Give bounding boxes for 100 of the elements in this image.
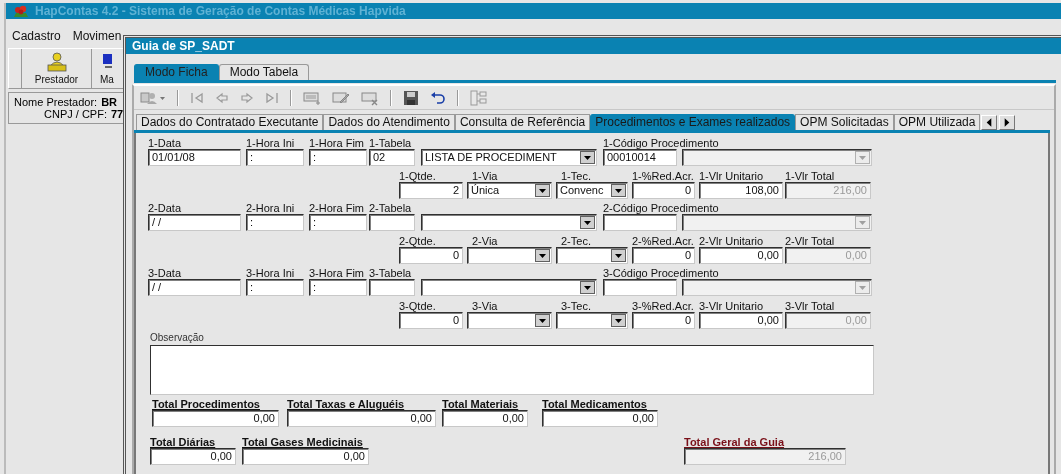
field-label: Total Procedimentos [152,398,260,410]
number-field[interactable]: 0,00 [150,448,236,465]
text-field[interactable]: : [246,214,304,231]
text-field[interactable] [603,279,677,296]
field-label: 1-Tec. [561,170,591,182]
field-label: 2-Vlr Unitario [699,235,764,247]
field-label: 2-Vlr Total [785,235,835,247]
field-label: 3-Vlr Total [785,300,835,312]
scroll-right-button[interactable] [999,115,1016,130]
person-at-desk-icon [45,52,68,72]
menu-item[interactable]: Movimen [72,29,122,45]
text-field[interactable]: 02 [369,149,415,166]
text-field[interactable]: 01/01/08 [148,149,241,166]
field-label: Total Taxas e Aluguéis [287,398,405,410]
field-label: Total Geral da Guia [684,436,785,448]
field-label: 3-Via [472,300,498,312]
text-field[interactable]: : [246,149,304,166]
text-field[interactable]: / / [148,279,241,296]
text-field[interactable] [369,279,415,296]
field-label: Observação [150,332,204,344]
number-field[interactable]: 0 [399,247,463,264]
dialog-title: Guia de SP_SADT [126,38,1061,54]
field-label: 2-Código Procedimento [603,202,719,214]
text-field[interactable]: / / [148,214,241,231]
number-field[interactable]: 0,00 [242,448,369,465]
field-label: 1-Código Procedimento [603,137,719,149]
dropdown-field[interactable]: Convenc [556,182,628,199]
field-label: Total Materiais [442,398,519,410]
field-label: 3-Qtde. [399,300,436,312]
number-field[interactable]: 0 [399,312,463,329]
text-field[interactable] [369,214,415,231]
flower-icon [12,4,30,18]
number-field[interactable]: 0,00 [542,410,658,427]
field-label: 2-Tabela [369,202,412,214]
field-label: 1-Data [148,137,182,149]
field-value: BR [101,96,118,108]
field-label: 3-Tabela [369,267,412,279]
number-field[interactable]: 0,00 [287,410,436,427]
field-label: 2-Tec. [561,235,591,247]
field-label: 1-%Red.Acr. [632,170,694,182]
field-label: 2-Hora Ini [246,202,295,214]
field-label: Total Medicamentos [542,398,647,410]
number-field[interactable]: 0 [632,182,695,199]
field-label: 2-Data [148,202,182,214]
dropdown-field[interactable] [467,247,552,264]
field-label: 1-Hora Fim [309,137,364,149]
field-label: 2-Hora Fim [309,202,364,214]
dropdown-field[interactable] [556,312,628,329]
tab[interactable]: Modo Ficha [134,64,219,80]
tab[interactable]: Modo Tabela [218,64,310,80]
field-label: 3-Data [148,267,182,279]
dropdown-field[interactable] [421,279,597,296]
field-label: 2-Via [472,235,498,247]
dropdown-field[interactable]: Única [467,182,552,199]
text-field[interactable]: 00010014 [603,149,677,166]
dropdown-field[interactable] [467,312,552,329]
text-field[interactable]: : [309,149,367,166]
save-icon[interactable] [403,89,419,106]
field-label: 3-Hora Fim [309,267,364,279]
text-field[interactable] [603,214,677,231]
edit-row-icon[interactable] [332,89,350,106]
toolbar-button[interactable]: Ma [91,49,122,88]
menu-item[interactable]: Cadastro [12,29,61,45]
text-field[interactable]: : [246,279,304,296]
tab[interactable]: Consulta de Referência [454,114,591,130]
number-field[interactable]: 108,00 [699,182,783,199]
field-label: 3-Vlr Unitario [699,300,764,312]
field-label: Nome Prestador: [14,96,98,108]
delete-row-icon[interactable] [361,89,379,106]
number-field[interactable]: 0 [632,312,695,329]
field-label: Total Diárias [150,436,216,448]
field-label: CNPJ / CPF: [44,108,107,120]
field-label: 1-Hora Ini [246,137,295,149]
field-label: 2-Qtde. [399,235,436,247]
tab[interactable]: OPM Utilizada [893,114,981,130]
number-field[interactable]: 2 [399,182,463,199]
dropdown-field[interactable]: LISTA DE PROCEDIMENT [421,149,597,166]
observation-field[interactable] [150,345,874,395]
field-label: 1-Tabela [369,137,412,149]
number-field[interactable]: 0,00 [442,410,528,427]
tab[interactable]: Procedimentos e Exames realizados [590,114,796,130]
tab[interactable]: Dados do Atendimento [323,114,455,130]
number-field[interactable]: 0,00 [699,247,783,264]
number-field[interactable]: 0,00 [152,410,279,427]
field-label: 3-Código Procedimento [603,267,719,279]
dropdown-field[interactable] [556,247,628,264]
scroll-left-button[interactable] [981,115,998,130]
toolbar-button[interactable]: Prestador [21,49,91,88]
number-field[interactable]: 0,00 [699,312,783,329]
tab[interactable]: OPM Solicitadas [795,114,894,130]
dropdown-field[interactable] [421,214,597,231]
field-label: 3-Tec. [561,300,591,312]
text-field[interactable]: : [309,279,367,296]
window-title-text: HapContas 4.2 - Sistema de Geração de Contas Médicas Hapvida [35,4,406,18]
text-field[interactable]: : [309,214,367,231]
undo-icon[interactable] [430,90,446,105]
field-value: 77 [110,108,124,120]
number-field[interactable]: 0 [632,247,695,264]
field-label: 3-Hora Ini [246,267,295,279]
tab[interactable]: Dados do Contratado Executante [136,114,324,130]
